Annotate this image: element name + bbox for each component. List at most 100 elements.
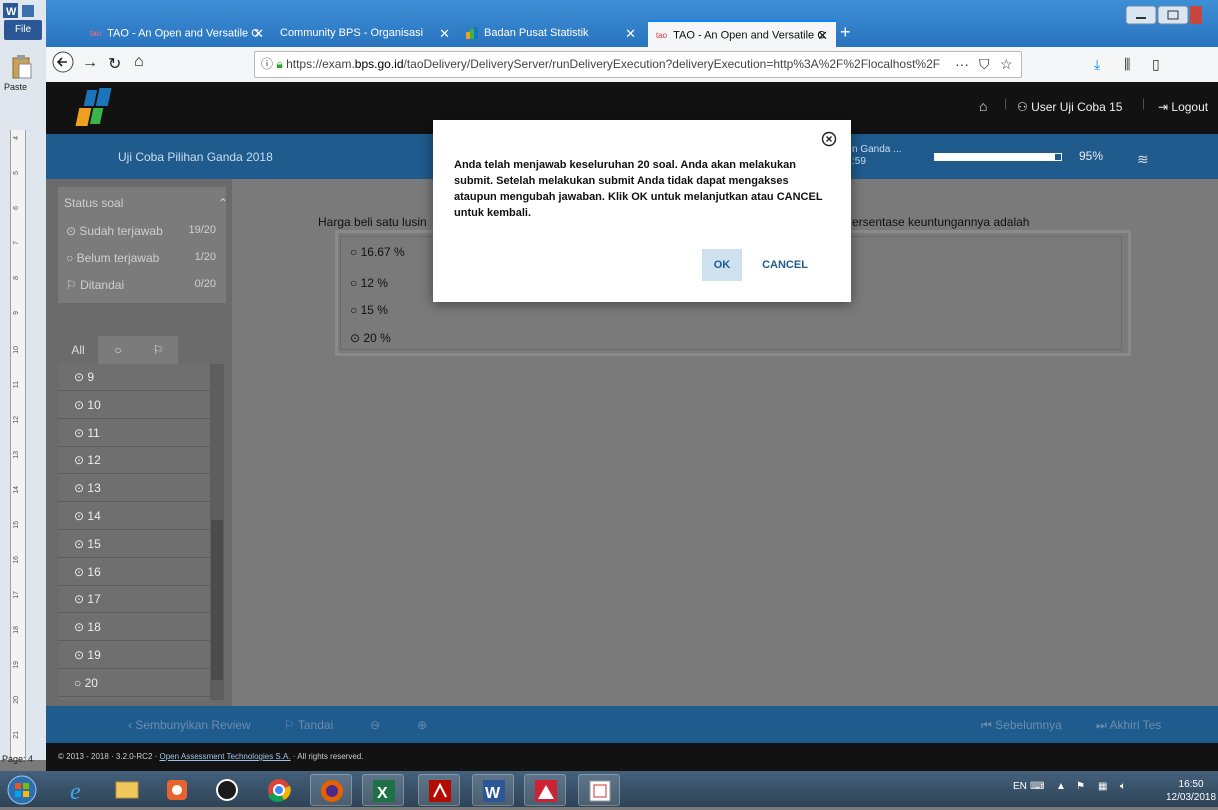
progress-bar	[934, 153, 1062, 161]
question-nav-item[interactable]: ⊙ 9	[58, 364, 210, 391]
close-tab-icon[interactable]: ✕	[817, 22, 828, 49]
zoom-in-icon[interactable]: ⊕	[417, 718, 427, 732]
clock[interactable]: 16:50 12/03/2018	[1166, 778, 1216, 804]
question-nav-item[interactable]: ⊙ 16	[58, 559, 210, 586]
copyright-suffix: · All rights reserved.	[290, 752, 364, 761]
flag-button[interactable]: ⚐ Tandai	[284, 718, 333, 732]
question-nav-item[interactable]: ⊙ 14	[58, 503, 210, 530]
question-number: 9	[87, 370, 95, 384]
user-menu[interactable]: ⚇ User Uji Coba 15	[1017, 100, 1122, 114]
media-player-icon[interactable]	[156, 774, 198, 806]
choice-c[interactable]: ○ 15 %	[350, 303, 388, 317]
home-icon[interactable]: ⌂	[134, 53, 144, 71]
start-button-icon[interactable]	[6, 775, 38, 805]
status-heading[interactable]: Status soal ⌃	[64, 196, 228, 210]
previous-button[interactable]: ⏮ Sebelumnya	[981, 718, 1062, 733]
question-nav-item[interactable]: ⊙ 19	[58, 642, 210, 669]
acrobat-icon[interactable]	[418, 774, 460, 806]
page-actions-icon[interactable]: ···	[955, 56, 969, 72]
show-hidden-icons[interactable]: ▲	[1056, 781, 1066, 792]
volume-icon[interactable]: 🔈︎	[1120, 781, 1126, 792]
new-tab-button[interactable]: +	[840, 22, 851, 43]
choice-a[interactable]: ○ 16.67 %	[350, 245, 405, 259]
explorer-icon[interactable]	[106, 774, 148, 806]
choice-d[interactable]: ⊙ 20 %	[350, 331, 391, 345]
cancel-button[interactable]: CANCEL	[757, 249, 813, 281]
excel-icon[interactable]: X	[362, 774, 404, 806]
radio-checked-icon[interactable]: ⊙	[350, 331, 363, 345]
question-nav-item[interactable]: ⊙ 11	[58, 420, 210, 447]
question-nav-item[interactable]: ⊙ 10	[58, 392, 210, 419]
tab-unanswered[interactable]: ○	[98, 336, 138, 364]
browser-tab-3[interactable]: Badan Pusat Statistik ✕	[458, 20, 644, 47]
close-tab-icon[interactable]: ✕	[253, 20, 264, 47]
progress-fill	[935, 154, 1055, 160]
chevron-up-icon[interactable]: ⌃	[218, 196, 228, 210]
ruler-tick: 18	[13, 626, 20, 634]
flag-label: Tandai	[297, 718, 334, 732]
radio-checked-icon: ⊙	[74, 620, 88, 635]
close-tab-icon[interactable]: ✕	[625, 20, 636, 47]
tab-flagged[interactable]: ⚐	[138, 336, 178, 364]
hide-review-button[interactable]: ‹ Sembunyikan Review	[128, 718, 251, 732]
radio-empty-icon[interactable]: ○	[350, 245, 361, 259]
oat-link[interactable]: Open Assessment Technologies S.A.	[160, 752, 291, 761]
ie-icon[interactable]: e	[58, 774, 100, 806]
tab-all[interactable]: All	[58, 336, 98, 364]
bookmark-star-icon[interactable]: ☆	[1000, 56, 1013, 73]
question-nav-item[interactable]: ⊙ 17	[58, 586, 210, 614]
forward-icon[interactable]: →	[82, 54, 98, 72]
question-nav-item[interactable]: ⊙ 12	[58, 447, 210, 475]
close-icon[interactable]	[821, 131, 837, 147]
status-answered[interactable]: ⊙ Sudah terjawab 19/20	[66, 224, 216, 238]
browser-tab-1[interactable]: tao TAO - An Open and Versatile C ✕	[82, 20, 272, 47]
close-tab-icon[interactable]: ✕	[439, 20, 450, 47]
network-icon[interactable]: ▦	[1098, 781, 1107, 792]
ruler-tick: 10	[13, 346, 20, 354]
flag-tray-icon[interactable]: ⚑	[1076, 781, 1085, 792]
back-icon[interactable]	[52, 51, 74, 73]
browser-tab-4-active[interactable]: tao TAO - An Open and Versatile C ✕	[648, 20, 836, 47]
pocket-icon[interactable]: ⛉	[979, 56, 990, 73]
status-flagged[interactable]: ⚐ Ditandai 0/20	[66, 278, 216, 292]
language-indicator[interactable]: EN	[1013, 781, 1027, 792]
chrome-icon[interactable]	[258, 774, 300, 806]
choice-b[interactable]: ○ 12 %	[350, 276, 388, 290]
zoom-out-icon[interactable]: ⊖	[370, 718, 380, 732]
library-icon[interactable]: ⫼	[1124, 56, 1130, 73]
question-nav-item[interactable]: ⊙ 13	[58, 475, 210, 503]
url-path: /taoDelivery/DeliveryServer/runDeliveryE…	[403, 57, 941, 71]
flag-icon: ⚐	[284, 718, 298, 732]
sidebar-toggle-icon[interactable]: ▯	[1152, 56, 1160, 73]
ruler-tick: 12	[13, 416, 20, 424]
ok-button[interactable]: OK	[702, 249, 742, 281]
hp-icon[interactable]	[206, 774, 248, 806]
home-icon[interactable]: ⌂	[979, 98, 987, 114]
status-unanswered[interactable]: ○ Belum terjawab 1/20	[66, 251, 216, 265]
end-test-button[interactable]: ⏭ Akhiri Tes	[1096, 718, 1161, 733]
radio-empty-icon[interactable]: ○	[350, 303, 361, 317]
browser-tab-2[interactable]: Community BPS - Organisasi ✕	[272, 20, 458, 47]
radio-empty-icon[interactable]: ○	[350, 276, 361, 290]
firefox-icon[interactable]	[310, 774, 352, 806]
clock-time: 16:50	[1178, 779, 1204, 790]
paste-icon[interactable]	[10, 54, 34, 80]
url-bar[interactable]: ⓘ 🔒︎ https://exam.bps.go.id/taoDelivery/…	[254, 51, 1022, 78]
word-icon[interactable]: W	[472, 774, 514, 806]
window-controls[interactable]	[1124, 4, 1202, 26]
info-icon[interactable]: ⓘ	[261, 57, 273, 71]
download-icon[interactable]: ⤓	[1094, 56, 1100, 73]
question-nav-item[interactable]: ⊙ 15	[58, 531, 210, 558]
scrollbar-thumb[interactable]	[211, 520, 223, 680]
snipping-tool-icon[interactable]	[578, 774, 620, 806]
section-title: n Ganda ...:59	[852, 144, 901, 168]
choice-label: 16.67 %	[360, 245, 405, 259]
image-app-icon[interactable]	[524, 774, 566, 806]
question-nav-item[interactable]: ○ 20	[58, 670, 210, 697]
ruler-tick: 21	[13, 731, 20, 739]
question-nav-item[interactable]: ⊙ 18	[58, 614, 210, 642]
logout-link[interactable]: ⇥ Logout	[1158, 100, 1208, 114]
word-file-tab[interactable]: File	[4, 20, 42, 40]
reload-icon[interactable]: ↻	[108, 54, 121, 74]
keyboard-icon[interactable]: ⌨	[1030, 781, 1044, 792]
